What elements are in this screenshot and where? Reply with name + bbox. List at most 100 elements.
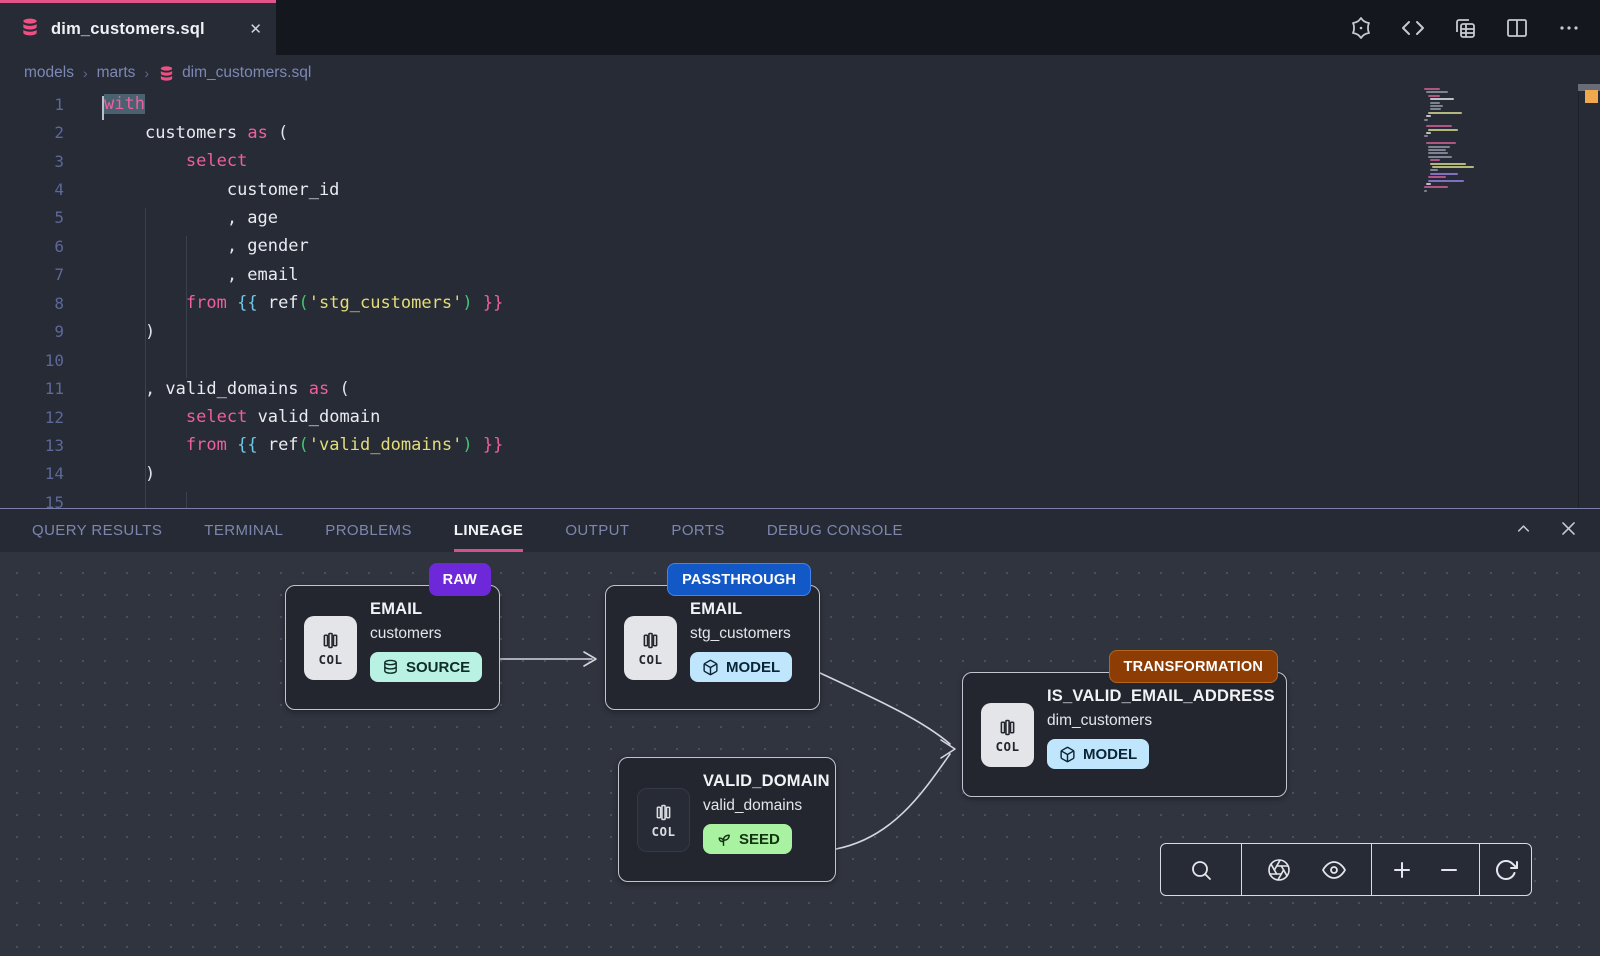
- search-button[interactable]: [1184, 853, 1218, 887]
- zoom-in-button[interactable]: [1385, 853, 1419, 887]
- node-title: IS_VALID_EMAIL_ADDRESS: [1047, 687, 1276, 706]
- cube-icon: [702, 659, 719, 676]
- column-chip: COL: [981, 703, 1034, 767]
- node-title: VALID_DOMAIN: [703, 772, 825, 791]
- type-badge-seed: SEED: [703, 824, 792, 854]
- code-editor[interactable]: 1with2 customers as (3 select4 customer_…: [0, 90, 1600, 508]
- database-icon: [20, 17, 40, 42]
- node-title: EMAIL: [690, 600, 809, 619]
- code-line: 14 ): [0, 460, 1600, 488]
- indent-guide: [186, 492, 187, 508]
- dbt-logo-icon[interactable]: [1348, 15, 1374, 41]
- code-line: 11 , valid_domains as (: [0, 374, 1600, 402]
- tab-close-icon[interactable]: ✕: [249, 20, 262, 38]
- code-line: 5 , age: [0, 204, 1600, 232]
- type-badge-source: SOURCE: [370, 652, 482, 682]
- text-cursor: [102, 96, 104, 120]
- column-chip: COL: [637, 788, 690, 852]
- panel-tab-terminal[interactable]: TERMINAL: [204, 509, 283, 552]
- line-number: 1: [0, 95, 64, 114]
- bottom-panel-header: QUERY RESULTS TERMINAL PROBLEMS LINEAGE OUTP…: [0, 508, 1600, 552]
- columns-icon: [320, 630, 341, 651]
- column-chip: COL: [624, 616, 677, 680]
- code-line: 13 from {{ ref('valid_domains') }}: [0, 431, 1600, 459]
- tab-bar: dim_customers.sql ✕: [0, 0, 1600, 55]
- panel-tab-problems[interactable]: PROBLEMS: [325, 509, 412, 552]
- zoom-out-button[interactable]: [1432, 853, 1466, 887]
- breadcrumb-item[interactable]: marts: [97, 64, 136, 82]
- columns-icon: [640, 630, 661, 651]
- line-number: 12: [0, 408, 64, 427]
- editor-action-icons: [1348, 0, 1582, 55]
- line-number: 6: [0, 237, 64, 256]
- line-number: 11: [0, 379, 64, 398]
- code-line: 9 ): [0, 318, 1600, 346]
- code-line: 12 select valid_domain: [0, 403, 1600, 431]
- seedling-icon: [715, 831, 732, 848]
- type-badge-model: MODEL: [1047, 739, 1149, 769]
- panel-tab-output[interactable]: OUTPUT: [565, 509, 629, 552]
- lineage-toolbar: [1160, 843, 1532, 896]
- split-editor-icon[interactable]: [1504, 15, 1530, 41]
- eye-button[interactable]: [1317, 853, 1351, 887]
- tab-dim-customers[interactable]: dim_customers.sql ✕: [0, 0, 276, 55]
- code-line: 4 customer_id: [0, 175, 1600, 203]
- code-line: 3 select: [0, 147, 1600, 175]
- breadcrumb-file[interactable]: dim_customers.sql: [158, 64, 311, 82]
- refresh-button[interactable]: [1489, 853, 1523, 887]
- breadcrumb-item[interactable]: models: [24, 64, 74, 82]
- line-number: 2: [0, 123, 64, 142]
- cube-icon: [1059, 746, 1076, 763]
- close-panel-icon[interactable]: [1559, 519, 1578, 543]
- line-number: 14: [0, 464, 64, 483]
- line-number: 13: [0, 436, 64, 455]
- breadcrumb-separator: ›: [144, 65, 149, 81]
- line-number: 4: [0, 180, 64, 199]
- node-subtitle: dim_customers: [1047, 712, 1276, 730]
- lineage-node-stg_customers[interactable]: PASSTHROUGHCOLEMAILstg_customersMODEL: [605, 585, 820, 710]
- panel-tab-debug-console[interactable]: DEBUG CONSOLE: [767, 509, 903, 552]
- corner-badge-passthrough: PASSTHROUGH: [667, 563, 811, 596]
- database-icon: [158, 65, 175, 82]
- panel-tab-lineage[interactable]: LINEAGE: [454, 509, 523, 552]
- panel-tabs: QUERY RESULTS TERMINAL PROBLEMS LINEAGE OUTP…: [32, 509, 903, 552]
- line-number: 3: [0, 152, 64, 171]
- minimap[interactable]: [1424, 88, 1534, 198]
- app-window: dim_customers.sql ✕ models › marts › dim_cus…: [0, 0, 1600, 956]
- lineage-canvas[interactable]: RAWCOLEMAILcustomersSOURCEPASSTHROUGHCOL…: [0, 552, 1600, 956]
- node-subtitle: customers: [370, 625, 489, 643]
- breadcrumb: models › marts › dim_customers.sql: [0, 55, 1600, 91]
- code-line: 15: [0, 488, 1600, 508]
- panel-tab-query-results[interactable]: QUERY RESULTS: [32, 509, 162, 552]
- indent-guide: [145, 208, 146, 508]
- line-number: 9: [0, 322, 64, 341]
- code-line: 8 from {{ ref('stg_customers') }}: [0, 289, 1600, 317]
- code-line: 7 , email: [0, 261, 1600, 289]
- overview-ruler-marker: [1585, 90, 1598, 103]
- lineage-node-valid_domains[interactable]: COLVALID_DOMAINvalid_domainsSEED: [618, 757, 836, 882]
- node-title: EMAIL: [370, 600, 489, 619]
- scrollbar-track: [1578, 88, 1579, 508]
- line-number: 8: [0, 294, 64, 313]
- panel-tab-ports[interactable]: PORTS: [671, 509, 724, 552]
- code-icon[interactable]: [1400, 15, 1426, 41]
- tab-title: dim_customers.sql: [51, 20, 238, 39]
- column-chip: COL: [304, 616, 357, 680]
- database-icon: [382, 659, 399, 676]
- code-line: 1with: [0, 90, 1600, 118]
- columns-icon: [653, 802, 674, 823]
- corner-badge-transformation: TRANSFORMATION: [1109, 650, 1278, 683]
- lineage-node-dim_customers[interactable]: TRANSFORMATIONCOLIS_VALID_EMAIL_ADDRESSd…: [962, 672, 1287, 797]
- code-line: 10: [0, 346, 1600, 374]
- code-line: 2 customers as (: [0, 118, 1600, 146]
- breadcrumb-separator: ›: [83, 65, 88, 81]
- line-number: 7: [0, 265, 64, 284]
- aperture-button[interactable]: [1262, 853, 1296, 887]
- copy-table-icon[interactable]: [1452, 15, 1478, 41]
- columns-icon: [997, 717, 1018, 738]
- lineage-node-customers[interactable]: RAWCOLEMAILcustomersSOURCE: [285, 585, 500, 710]
- collapse-panel-icon[interactable]: [1514, 519, 1533, 543]
- node-subtitle: stg_customers: [690, 625, 809, 643]
- more-icon[interactable]: [1556, 15, 1582, 41]
- line-number: 15: [0, 493, 64, 508]
